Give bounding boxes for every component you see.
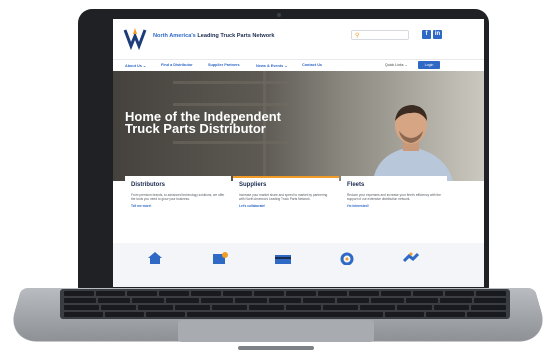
webcam [277, 13, 281, 17]
card-title: Distributors [131, 182, 166, 188]
nav-find-distributor[interactable]: Find a Distributor [161, 63, 193, 67]
nav-news-events[interactable]: News & Events ⌄ [256, 63, 287, 68]
main-nav: About Us ⌄ Find a Distributor Supplier P… [113, 59, 484, 71]
card-link[interactable]: I'm interested! [347, 204, 441, 208]
card-accent-rule [233, 176, 339, 178]
login-button[interactable]: Login [418, 61, 440, 69]
card-body: Increase your market share and speed to … [239, 193, 328, 202]
card-body: Reduce your expenses and increase your f… [347, 193, 441, 202]
hero-person-image [373, 105, 453, 181]
warehouse-shelf [173, 103, 293, 106]
audience-cards: Distributors From premium brands, to adv… [113, 176, 484, 237]
nav-about-us[interactable]: About Us ⌄ [125, 63, 146, 68]
linkedin-icon[interactable]: in [433, 30, 442, 39]
quick-links-dropdown[interactable]: Quick Links ⌄ [385, 63, 408, 67]
warehouse-shelf [173, 141, 293, 144]
gear-icon[interactable] [339, 251, 355, 265]
laptop-opening-notch [238, 346, 314, 350]
hero-title: Home of the Independent Truck Parts Dist… [125, 109, 281, 136]
site-tagline: North America's Leading Truck Parts Netw… [153, 33, 274, 39]
handshake-icon[interactable] [403, 251, 419, 265]
site-logo[interactable] [123, 26, 147, 50]
laptop-screen: North America's Leading Truck Parts Netw… [113, 19, 484, 287]
card-icon[interactable] [275, 251, 291, 265]
warehouse-shelf [173, 81, 293, 84]
tagline-accent: North America's [153, 33, 196, 39]
card-link[interactable]: Tell me more! [131, 204, 225, 208]
chart-icon[interactable] [212, 251, 228, 265]
search-icon: ⚲ [355, 33, 360, 39]
nav-contact-us[interactable]: Contact Us [302, 63, 322, 67]
card-distributors: Distributors From premium brands, to adv… [125, 176, 231, 234]
laptop-keyboard [60, 289, 510, 319]
home-icon[interactable] [147, 251, 163, 265]
card-fleets: Fleets Reduce your expenses and increase… [341, 176, 447, 234]
facebook-icon[interactable]: f [422, 30, 431, 39]
search-input[interactable]: ⚲ [351, 30, 409, 40]
card-link[interactable]: Let's collaborate! [239, 204, 333, 208]
card-body: From premium brands, to advanced technol… [131, 193, 225, 202]
nav-supplier-partners[interactable]: Supplier Partners [208, 63, 240, 67]
site-header: North America's Leading Truck Parts Netw… [113, 19, 484, 59]
card-suppliers: Suppliers Increase your market share and… [233, 176, 339, 234]
card-title: Fleets [347, 182, 365, 188]
hero-banner: Home of the Independent Truck Parts Dist… [113, 71, 484, 181]
card-title: Suppliers [239, 182, 267, 188]
laptop-trackpad [178, 320, 374, 342]
tagline-rest: Leading Truck Parts Network [195, 33, 275, 39]
icon-strip [113, 243, 484, 287]
